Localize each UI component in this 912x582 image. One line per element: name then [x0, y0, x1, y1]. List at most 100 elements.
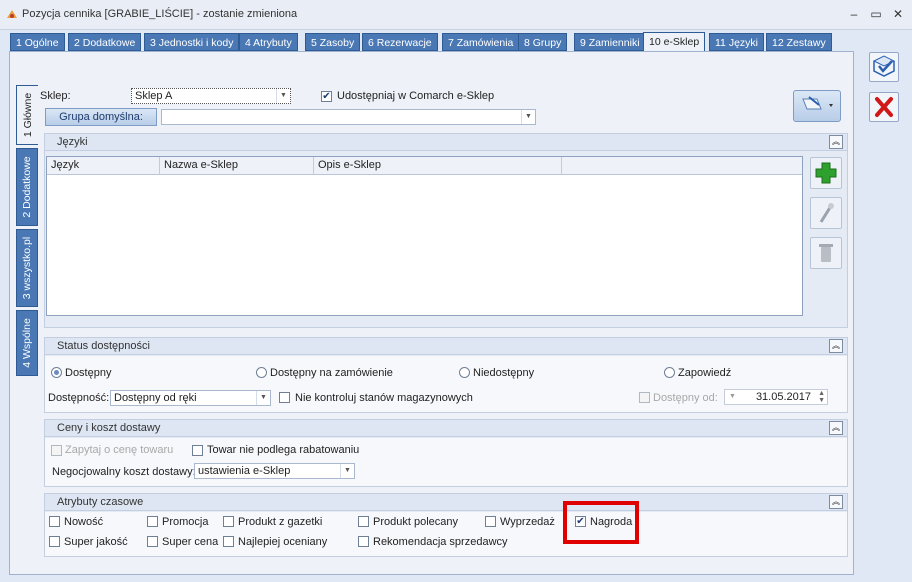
attr-super-cena-checkbox[interactable]: [147, 536, 158, 547]
collapse-icon[interactable]: ︽: [829, 135, 843, 149]
ask-price-label: Zapytaj o cenę towaru: [65, 444, 174, 456]
minimize-button[interactable]: –: [846, 6, 862, 22]
export-button[interactable]: [793, 90, 841, 122]
radio-zapowiedz-label: Zapowiedź: [678, 367, 732, 379]
radio-dostepny-label: Dostępny: [65, 367, 112, 379]
radio-niedostepny[interactable]: [459, 367, 470, 378]
attributes-header: Atrybuty czasowe ︽: [45, 494, 847, 511]
trash-icon: [819, 244, 833, 262]
side-tab-dodatkowe[interactable]: 2 Dodatkowe: [16, 148, 38, 226]
col-empty: [562, 157, 802, 175]
tab-zamowienia[interactable]: 7 Zamówienia: [442, 33, 520, 51]
attributes-title: Atrybuty czasowe: [57, 496, 144, 508]
spinner-icon[interactable]: ▲ ▼: [818, 390, 825, 404]
collapse-icon[interactable]: ︽: [829, 339, 843, 353]
side-tab-wspolne[interactable]: 4 Wspólne: [16, 310, 38, 376]
prices-header: Ceny i koszt dostawy ︽: [45, 420, 847, 437]
attr-nowosc-checkbox[interactable]: [49, 516, 60, 527]
availability-label: Dostępność:: [48, 392, 110, 404]
default-group-select[interactable]: ▼: [161, 109, 536, 125]
radio-niedostepny-label: Niedostępny: [473, 367, 535, 379]
export-arrow-icon: [802, 96, 833, 110]
radio-dostepny[interactable]: [51, 367, 62, 378]
tab-jednostki-i-kody[interactable]: 3 Jednostki i kody: [144, 33, 240, 51]
tab-grupy[interactable]: 8 Grupy: [518, 33, 568, 51]
attr-wyprzedaz-checkbox[interactable]: [485, 516, 496, 527]
radio-na-zamowienie[interactable]: [256, 367, 267, 378]
delete-button[interactable]: [810, 237, 842, 269]
plus-icon: [815, 162, 837, 184]
attr-promocja-checkbox[interactable]: [147, 516, 158, 527]
no-stock-control-label: Nie kontroluj stanów magazynowych: [295, 392, 473, 404]
attr-gazetka-checkbox[interactable]: [223, 516, 234, 527]
maximize-button[interactable]: ▭: [868, 6, 884, 22]
available-from-date-input[interactable]: ▼ 31.05.2017 ▲ ▼: [724, 389, 828, 405]
share-label: Udostępniaj w Comarch e-Sklep: [337, 90, 495, 102]
chevron-down-icon: ▼: [256, 391, 270, 405]
ask-price-checkbox[interactable]: [51, 445, 62, 456]
tab-jezyki[interactable]: 11 Języki: [709, 33, 764, 51]
side-tab-label: 4 Wspólne: [21, 318, 33, 368]
tab-zestawy[interactable]: 12 Zestawy: [766, 33, 832, 51]
side-tab-label: 1 Główne: [21, 92, 34, 138]
attr-nowosc-label: Nowość: [64, 516, 104, 528]
side-tab-label: 3 wszystko.pl: [21, 236, 33, 300]
default-group-button[interactable]: Grupa domyślna:: [45, 108, 157, 126]
available-from-date: 31.05.2017: [755, 391, 811, 403]
collapse-icon[interactable]: ︽: [829, 421, 843, 435]
share-checkbox[interactable]: ✔: [321, 91, 332, 102]
attr-rekomendacja-checkbox[interactable]: [358, 536, 369, 547]
save-icon: [872, 55, 896, 77]
attr-najlepiej-label: Najlepiej oceniany: [238, 536, 328, 548]
col-jezyk[interactable]: Język: [47, 157, 160, 175]
attr-gazetka-label: Produkt z gazetki: [238, 516, 323, 528]
availability-header: Status dostępności ︽: [45, 338, 847, 355]
attr-najlepiej-checkbox[interactable]: [223, 536, 234, 547]
title-bar: Pozycja cennika [GRABIE_LIŚCIE] - zostan…: [0, 0, 912, 30]
availability-title: Status dostępności: [57, 340, 150, 352]
no-stock-control-checkbox[interactable]: [279, 392, 290, 403]
grid-header: Język Nazwa e-Sklep Opis e-Sklep: [47, 157, 802, 175]
attr-super-cena-label: Super cena: [162, 536, 219, 548]
availability-select[interactable]: Dostępny od ręki ▼: [110, 390, 271, 406]
tab-zamienniki[interactable]: 9 Zamienniki: [574, 33, 646, 51]
radio-zapowiedz[interactable]: [664, 367, 675, 378]
add-button[interactable]: [810, 157, 842, 189]
tab-ogolne[interactable]: 1 Ogólne: [10, 33, 65, 51]
tab-atrybuty[interactable]: 4 Atrybuty: [239, 33, 298, 51]
shipping-select[interactable]: ustawienia e-Sklep ▼: [194, 463, 355, 479]
chevron-down-icon: ▼: [340, 464, 354, 478]
side-tab-glowne[interactable]: 1 Główne: [16, 85, 38, 145]
languages-title: Języki: [57, 136, 88, 148]
attr-polecany-checkbox[interactable]: [358, 516, 369, 527]
shop-select[interactable]: Sklep A ▼: [131, 88, 291, 104]
attr-rekomendacja-label: Rekomendacja sprzedawcy: [373, 536, 508, 548]
available-from-checkbox[interactable]: [639, 392, 650, 403]
side-tab-wszystko-pl[interactable]: 3 wszystko.pl: [16, 229, 38, 307]
chevron-down-icon: ▼: [729, 393, 736, 400]
edit-button[interactable]: [810, 197, 842, 229]
tab-dodatkowe[interactable]: 2 Dodatkowe: [68, 33, 142, 51]
shop-label: Sklep:: [40, 90, 71, 102]
close-window-button[interactable]: ✕: [890, 6, 906, 22]
cancel-button[interactable]: [869, 92, 899, 122]
highlight-box: [563, 501, 639, 544]
tab-zasoby[interactable]: 5 Zasoby: [305, 33, 361, 51]
no-discount-checkbox[interactable]: [192, 445, 203, 456]
side-tab-label: 2 Dodatkowe: [21, 156, 33, 218]
languages-grid[interactable]: Język Nazwa e-Sklep Opis e-Sklep: [46, 156, 803, 316]
attr-promocja-label: Promocja: [162, 516, 209, 528]
attr-super-jakosc-checkbox[interactable]: [49, 536, 60, 547]
shop-value: Sklep A: [135, 90, 173, 102]
tab-rezerwacje[interactable]: 6 Rezerwacje: [362, 33, 438, 51]
save-button[interactable]: [869, 52, 899, 82]
col-opis[interactable]: Opis e-Sklep: [314, 157, 562, 175]
col-nazwa[interactable]: Nazwa e-Sklep: [160, 157, 314, 175]
tab-e-sklep[interactable]: 10 e-Sklep: [643, 32, 706, 52]
chevron-down-icon: ▼: [521, 110, 535, 124]
prices-title: Ceny i koszt dostawy: [57, 422, 161, 434]
radio-na-zamowienie-label: Dostępny na zamówienie: [270, 367, 393, 379]
collapse-icon[interactable]: ︽: [829, 495, 843, 509]
no-discount-label: Towar nie podlega rabatowaniu: [207, 444, 360, 456]
languages-header: Języki ︽: [45, 134, 847, 151]
